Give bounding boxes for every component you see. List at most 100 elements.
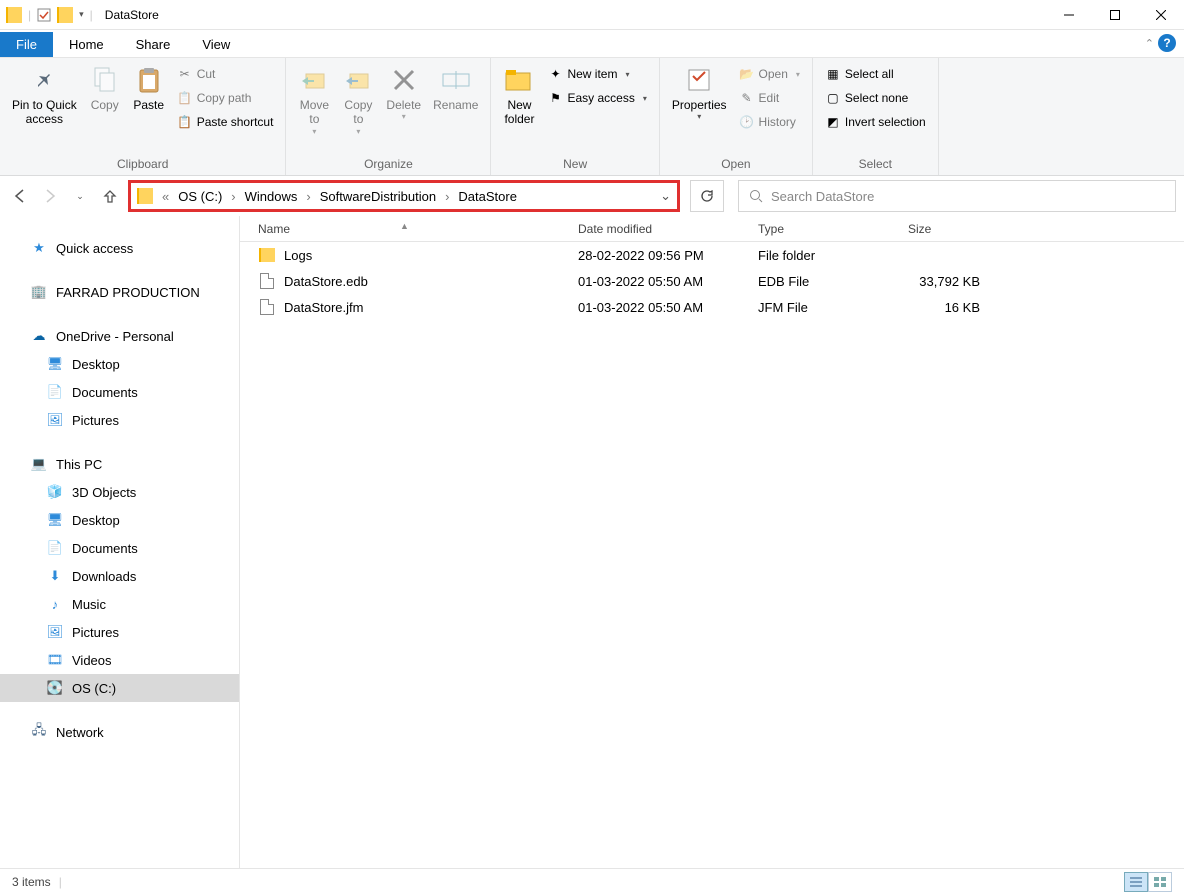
rename-label: Rename: [433, 98, 478, 112]
breadcrumb-seg-1[interactable]: Windows: [241, 189, 302, 204]
cut-icon: ✂: [177, 66, 193, 82]
tab-share[interactable]: Share: [120, 32, 187, 57]
paste-shortcut-button[interactable]: 📋Paste shortcut: [175, 112, 276, 132]
navigation-pane: ★Quick access 🏢FARRAD PRODUCTION ☁OneDri…: [0, 216, 240, 886]
new-item-icon: ✦: [547, 66, 563, 82]
app-folder-icon: [6, 7, 22, 23]
organize-group-label: Organize: [292, 155, 484, 173]
paste-label: Paste: [133, 98, 164, 112]
pin-to-quick-access-button[interactable]: Pin to Quick access: [6, 62, 83, 129]
view-large-icons-button[interactable]: [1148, 872, 1172, 892]
new-folder-label: New folder: [504, 98, 534, 127]
nav-os-c[interactable]: 💽OS (C:): [0, 674, 239, 702]
chevron-right-icon[interactable]: ›: [228, 189, 238, 204]
history-button[interactable]: 🕑History: [737, 112, 802, 132]
open-icon: 📂: [739, 66, 755, 82]
nav-network[interactable]: 🖧Network: [0, 718, 239, 746]
nav-onedrive[interactable]: ☁OneDrive - Personal: [0, 322, 239, 350]
up-button[interactable]: [98, 184, 122, 208]
recent-locations-button[interactable]: ⌄: [68, 184, 92, 208]
new-group-label: New: [497, 155, 652, 173]
search-input[interactable]: [771, 189, 1165, 204]
rename-button[interactable]: Rename: [427, 62, 484, 114]
downloads-icon: ⬇: [46, 567, 64, 585]
nav-downloads[interactable]: ⬇Downloads: [0, 562, 239, 590]
chevron-down-icon: ▾: [402, 112, 406, 122]
paste-button[interactable]: Paste: [127, 62, 171, 114]
select-all-button[interactable]: ▦Select all: [823, 64, 928, 84]
breadcrumb-seg-3[interactable]: DataStore: [454, 189, 521, 204]
chevron-right-icon[interactable]: ›: [442, 189, 452, 204]
forward-button[interactable]: [38, 184, 62, 208]
open-button[interactable]: 📂Open▾: [737, 64, 802, 84]
delete-label: Delete: [386, 98, 421, 112]
file-type: EDB File: [750, 274, 900, 289]
file-date: 01-03-2022 05:50 AM: [570, 300, 750, 315]
copy-to-button[interactable]: Copy to ▾: [336, 62, 380, 138]
tab-home[interactable]: Home: [53, 32, 120, 57]
file-size: 33,792 KB: [900, 274, 1000, 289]
new-item-button[interactable]: ✦New item▾: [545, 64, 648, 84]
qat-divider: |: [28, 8, 31, 22]
paste-icon: [135, 66, 163, 94]
tab-view[interactable]: View: [186, 32, 246, 57]
new-folder-icon: [504, 67, 534, 93]
chevron-right-icon[interactable]: ›: [303, 189, 313, 204]
minimize-button[interactable]: [1046, 0, 1092, 30]
new-folder-button[interactable]: New folder: [497, 62, 541, 129]
nav-pictures[interactable]: 🖼Pictures: [0, 618, 239, 646]
cut-button[interactable]: ✂Cut: [175, 64, 276, 84]
nav-music[interactable]: ♪Music: [0, 590, 239, 618]
invert-selection-button[interactable]: ◩Invert selection: [823, 112, 928, 132]
file-row[interactable]: DataStore.jfm01-03-2022 05:50 AMJFM File…: [240, 294, 1184, 320]
search-box[interactable]: [738, 180, 1176, 212]
folder-icon[interactable]: [57, 7, 73, 23]
nav-3d-objects[interactable]: 🧊3D Objects: [0, 478, 239, 506]
properties-icon: [685, 66, 713, 94]
properties-button[interactable]: Properties ▾: [666, 62, 733, 124]
history-icon: 🕑: [739, 114, 755, 130]
select-none-button[interactable]: ▢Select none: [823, 88, 928, 108]
close-button[interactable]: [1138, 0, 1184, 30]
address-dropdown-icon[interactable]: ⌄: [660, 188, 671, 204]
edit-button[interactable]: ✎Edit: [737, 88, 802, 108]
copy-button[interactable]: Copy: [83, 62, 127, 114]
nav-farrad[interactable]: 🏢FARRAD PRODUCTION: [0, 278, 239, 306]
nav-documents[interactable]: 📄Documents: [0, 534, 239, 562]
view-details-button[interactable]: [1124, 872, 1148, 892]
file-list: Name▲ Date modified Type Size Logs28-02-…: [240, 216, 1184, 886]
refresh-button[interactable]: [690, 180, 724, 212]
easy-access-button[interactable]: ⚑Easy access▾: [545, 88, 648, 108]
breadcrumb-seg-2[interactable]: SoftwareDistribution: [316, 189, 440, 204]
delete-button[interactable]: Delete ▾: [380, 62, 427, 124]
tab-file[interactable]: File: [0, 32, 53, 57]
maximize-button[interactable]: [1092, 0, 1138, 30]
column-size[interactable]: Size: [900, 222, 1000, 236]
breadcrumb-overflow-icon[interactable]: «: [159, 189, 172, 204]
column-name[interactable]: Name▲: [240, 222, 570, 236]
menu-tabs: File Home Share View ⌃ ?: [0, 30, 1184, 58]
nav-desktop[interactable]: 🖥Desktop: [0, 506, 239, 534]
qat-dropdown-icon[interactable]: ▾: [79, 9, 84, 20]
desktop-icon: 🖥: [46, 511, 64, 529]
file-row[interactable]: DataStore.edb01-03-2022 05:50 AMEDB File…: [240, 268, 1184, 294]
move-to-button[interactable]: Move to ▾: [292, 62, 336, 138]
nav-quick-access[interactable]: ★Quick access: [0, 234, 239, 262]
nav-onedrive-pictures[interactable]: 🖼Pictures: [0, 406, 239, 434]
column-date[interactable]: Date modified: [570, 222, 750, 236]
column-type[interactable]: Type: [750, 222, 900, 236]
nav-onedrive-documents[interactable]: 📄Documents: [0, 378, 239, 406]
back-button[interactable]: [8, 184, 32, 208]
invert-selection-icon: ◩: [825, 114, 841, 130]
nav-videos[interactable]: 🎞Videos: [0, 646, 239, 674]
address-bar[interactable]: « OS (C:) › Windows › SoftwareDistributi…: [128, 180, 680, 212]
help-icon[interactable]: ?: [1158, 34, 1176, 52]
nav-onedrive-desktop[interactable]: 🖥Desktop: [0, 350, 239, 378]
ribbon-collapse-icon[interactable]: ⌃: [1145, 37, 1154, 50]
copy-path-button[interactable]: 📋Copy path: [175, 88, 276, 108]
checkbox-icon[interactable]: [37, 8, 51, 22]
breadcrumb-seg-0[interactable]: OS (C:): [174, 189, 226, 204]
file-row[interactable]: Logs28-02-2022 09:56 PMFile folder: [240, 242, 1184, 268]
select-none-icon: ▢: [825, 90, 841, 106]
nav-this-pc[interactable]: 💻This PC: [0, 450, 239, 478]
